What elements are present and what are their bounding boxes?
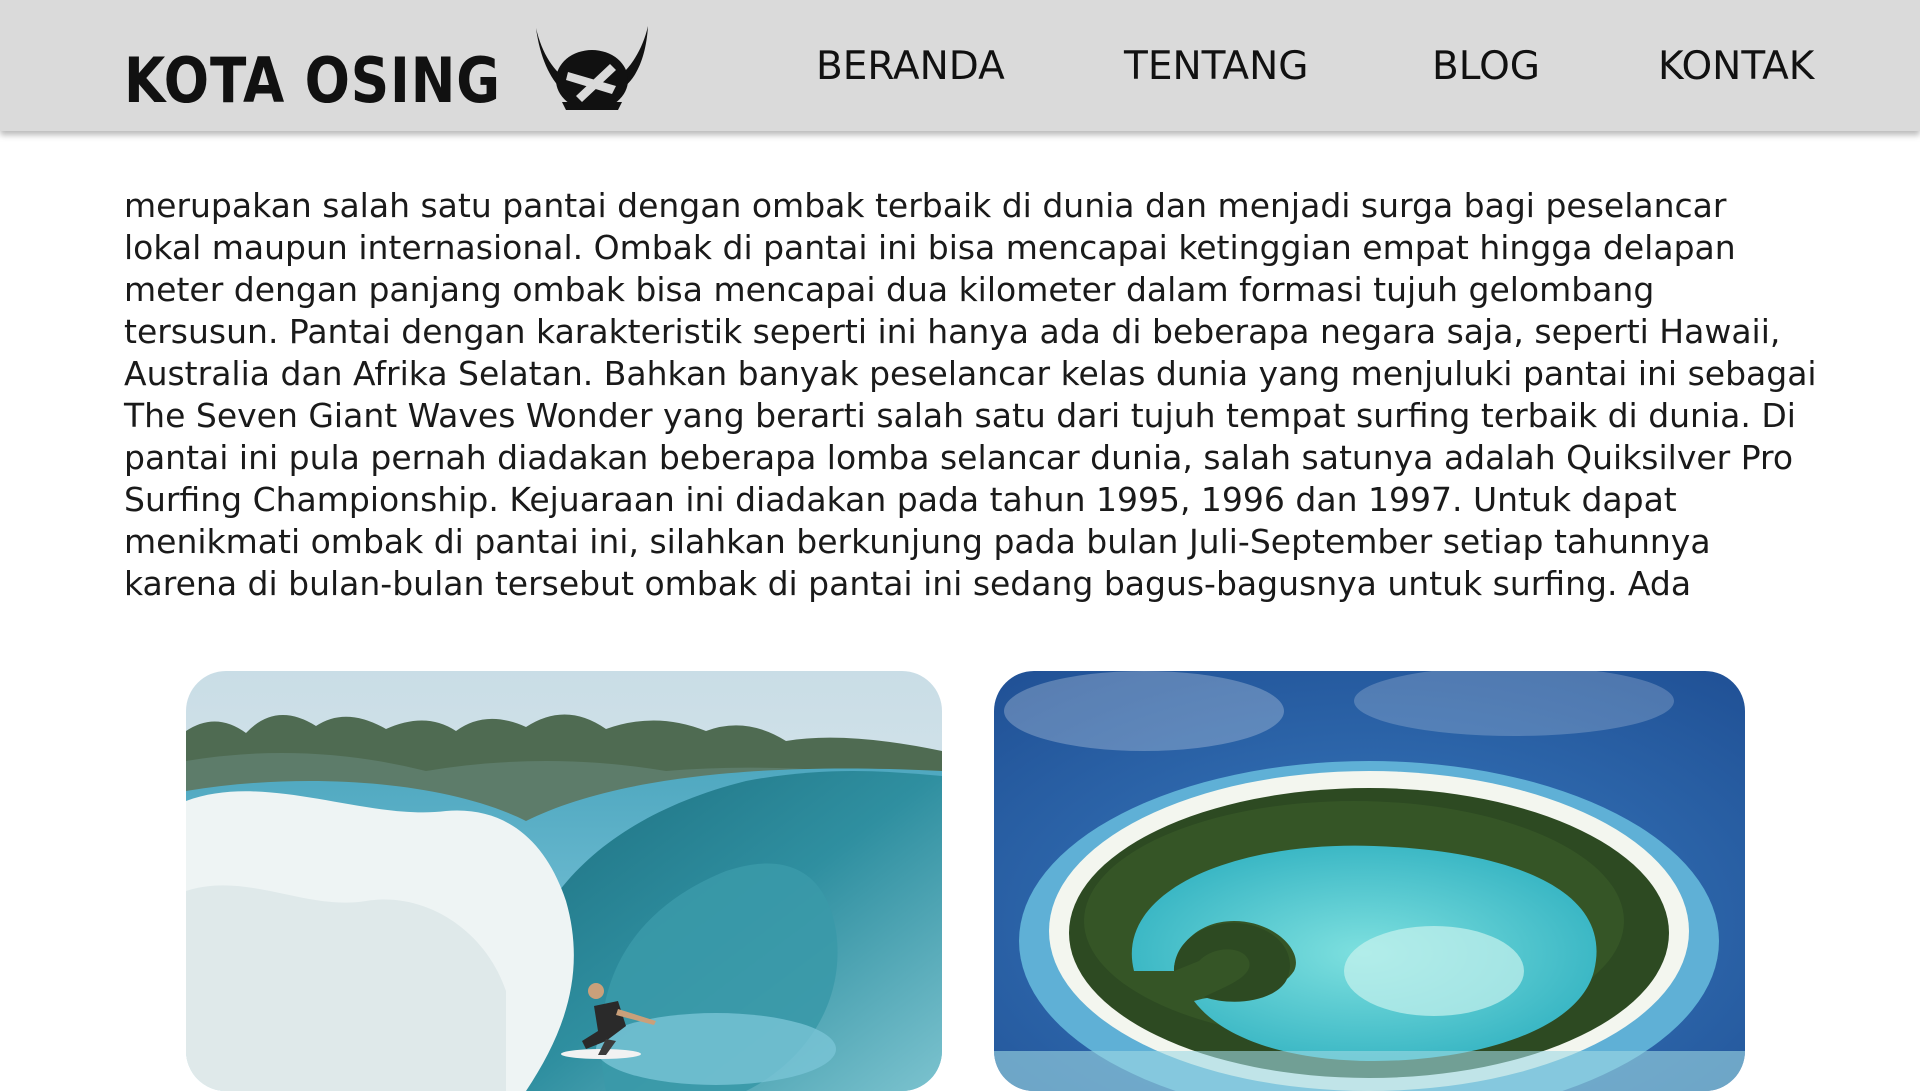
article-line: karena di bulan-bulan tersebut ombak di … <box>124 564 1692 603</box>
nav-tentang[interactable]: TENTANG <box>1124 44 1309 90</box>
surfer-wave-photo <box>186 671 942 1091</box>
article-line: lokal maupun internasional. Ombak di pan… <box>124 228 1736 267</box>
article-line: Australia dan Afrika Selatan. Bahkan ban… <box>124 354 1817 393</box>
atoll-aerial-image <box>994 671 1745 1091</box>
article-line: meter dengan panjang ombak bisa mencapai… <box>124 270 1655 309</box>
surfer-wave-image <box>186 671 942 1091</box>
site-logo[interactable]: KOTA OSING <box>124 20 652 120</box>
nav-blog[interactable]: BLOG <box>1432 44 1540 90</box>
article-line: tersusun. Pantai dengan karakteristik se… <box>124 312 1781 351</box>
nav-beranda[interactable]: BERANDA <box>816 44 1005 90</box>
article-line: menikmati ombak di pantai ini, silahkan … <box>124 522 1711 561</box>
site-header: KOTA OSING BERANDA TENTANG BLOG KONTAK <box>0 0 1920 131</box>
article-body: merupakan salah satu pantai dengan ombak… <box>124 185 1817 605</box>
article-line: pantai ini pula pernah diadakan beberapa… <box>124 438 1794 477</box>
article-line: Surfing Championship. Kejuaraan ini diad… <box>124 480 1677 519</box>
horned-helmet-icon <box>536 26 649 110</box>
article-line: The Seven Giant Waves Wonder yang berart… <box>124 396 1796 435</box>
article-line: merupakan salah satu pantai dengan ombak… <box>124 186 1727 225</box>
atoll-aerial-photo <box>994 671 1745 1091</box>
nav-kontak[interactable]: KONTAK <box>1658 44 1814 90</box>
logo-text: KOTA OSING <box>124 44 501 117</box>
